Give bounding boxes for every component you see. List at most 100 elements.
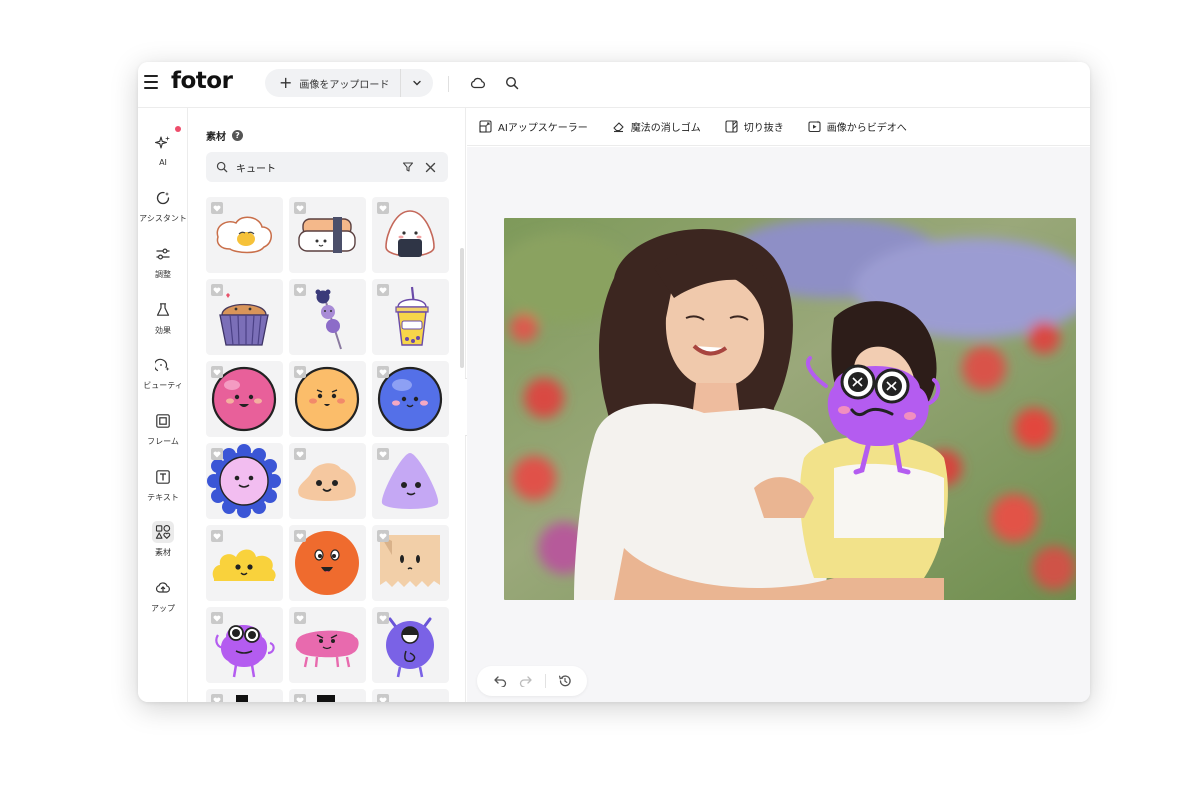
favorite-icon[interactable]	[211, 530, 223, 542]
plus-icon: +	[279, 73, 293, 92]
assistant-icon	[152, 187, 174, 209]
search-input[interactable]: キュート	[236, 160, 394, 175]
sticker-purple-triangle[interactable]	[372, 443, 449, 519]
rail-label: 調整	[155, 270, 171, 279]
rail-label: 効果	[155, 326, 171, 335]
sticker-fried-egg[interactable]	[206, 197, 283, 273]
tool-label: AIアップスケーラー	[498, 123, 588, 134]
canvas-area	[467, 147, 1090, 702]
clear-search-button[interactable]	[422, 159, 438, 175]
favorite-icon[interactable]	[377, 694, 389, 702]
undo-button[interactable]	[493, 674, 507, 688]
rail-item-adjust[interactable]: 調整	[138, 239, 188, 289]
favorite-icon[interactable]	[377, 612, 389, 624]
favorite-icon[interactable]	[211, 284, 223, 296]
search-box: キュート	[206, 152, 448, 182]
favorite-icon[interactable]	[294, 694, 306, 702]
left-rail: AI アシスタント 調整 効果 ビューティ フレーム テキスト 素材 アップ	[138, 108, 188, 702]
search-icon	[216, 161, 228, 173]
redo-button[interactable]	[519, 674, 533, 688]
edited-photo[interactable]	[504, 218, 1076, 600]
editor-window: fotor + 画像をアップロード AI アシスタント 調整 効果 ビューティ …	[138, 62, 1090, 702]
history-icon	[559, 675, 571, 687]
sticker-onigiri[interactable]	[372, 197, 449, 273]
menu-icon[interactable]	[144, 75, 158, 89]
sticker-peach-blob[interactable]	[289, 443, 366, 519]
flask-icon	[152, 299, 174, 321]
favorite-icon[interactable]	[211, 202, 223, 214]
magic-eraser-button[interactable]: 魔法の消しゴム	[612, 119, 701, 134]
sticker-tile-partial[interactable]	[372, 689, 449, 702]
ai-upscaler-button[interactable]: AIアップスケーラー	[479, 119, 588, 134]
favorite-icon[interactable]	[377, 530, 389, 542]
favorite-icon[interactable]	[294, 530, 306, 542]
sticker-dango[interactable]	[289, 279, 366, 355]
filter-button[interactable]	[400, 159, 416, 175]
sticker-tile-partial[interactable]	[289, 689, 366, 702]
sticker-tile-partial[interactable]	[206, 689, 283, 702]
favorite-icon[interactable]	[377, 284, 389, 296]
sticker-blue-ball[interactable]	[372, 361, 449, 437]
upload-image-button[interactable]: + 画像をアップロード	[265, 69, 401, 97]
sticker-violet-cyclops[interactable]	[372, 607, 449, 683]
sticker-orange-face[interactable]	[289, 525, 366, 601]
rail-item-assistant[interactable]: アシスタント	[138, 183, 188, 233]
sliders-icon	[152, 243, 174, 265]
panel-title-text: 素材	[206, 132, 226, 143]
rail-item-ai[interactable]: AI	[138, 128, 188, 178]
rail-item-upload[interactable]: アップ	[138, 573, 188, 623]
history-bar	[477, 666, 587, 696]
eraser-icon	[612, 120, 625, 133]
cloud-icon[interactable]	[469, 74, 487, 92]
rail-item-beauty[interactable]: ビューティ	[138, 350, 188, 400]
sticker-orange-ball[interactable]	[289, 361, 366, 437]
rail-item-text[interactable]: テキスト	[138, 462, 188, 512]
panel-scrollbar[interactable]	[460, 248, 464, 368]
favorite-icon[interactable]	[294, 366, 306, 378]
close-icon	[425, 162, 435, 172]
sticker-sushi[interactable]	[289, 197, 366, 273]
header-divider	[448, 76, 449, 92]
history-button[interactable]	[558, 674, 572, 688]
redo-icon	[519, 676, 532, 687]
favorite-icon[interactable]	[294, 448, 306, 460]
favorite-icon[interactable]	[377, 448, 389, 460]
favorite-icon[interactable]	[377, 366, 389, 378]
beauty-icon	[152, 354, 174, 376]
favorite-icon[interactable]	[294, 202, 306, 214]
top-header: fotor + 画像をアップロード	[138, 62, 1090, 108]
search-icon[interactable]	[503, 74, 521, 92]
rail-item-elements[interactable]: 素材	[138, 517, 188, 567]
sticker-cupcake[interactable]	[206, 279, 283, 355]
cutout-icon	[725, 120, 738, 133]
help-icon[interactable]: ?	[232, 130, 243, 141]
rail-item-effects[interactable]: 効果	[138, 295, 188, 345]
sticker-boba-drink[interactable]	[372, 279, 449, 355]
rail-label: アシスタント	[139, 214, 187, 223]
history-divider	[545, 674, 546, 688]
upload-dropdown-button[interactable]	[401, 78, 433, 88]
rail-label: ビューティ	[143, 381, 183, 390]
photo-image	[504, 218, 1076, 600]
favorite-icon[interactable]	[377, 202, 389, 214]
sticker-yellow-cloud[interactable]	[206, 525, 283, 601]
favorite-icon[interactable]	[211, 694, 223, 702]
sticker-purple-monster[interactable]	[206, 607, 283, 683]
favorite-icon[interactable]	[294, 612, 306, 624]
upscale-icon	[479, 120, 492, 133]
cloud-upload-icon	[152, 577, 174, 599]
fotor-logo[interactable]: fotor	[171, 68, 233, 94]
rail-label: AI	[159, 158, 167, 167]
favorite-icon[interactable]	[294, 284, 306, 296]
image-to-video-button[interactable]: 画像からビデオへ	[808, 119, 907, 134]
favorite-icon[interactable]	[211, 612, 223, 624]
sticker-lavender-flower[interactable]	[206, 443, 283, 519]
favorite-icon[interactable]	[211, 366, 223, 378]
rail-item-frame[interactable]: フレーム	[138, 406, 188, 456]
sticker-pink-pig[interactable]	[289, 607, 366, 683]
tool-label: 魔法の消しゴム	[630, 123, 701, 134]
sticker-pink-ball[interactable]	[206, 361, 283, 437]
sticker-beige-ghost[interactable]	[372, 525, 449, 601]
cutout-button[interactable]: 切り抜き	[725, 119, 784, 134]
favorite-icon[interactable]	[211, 448, 223, 460]
